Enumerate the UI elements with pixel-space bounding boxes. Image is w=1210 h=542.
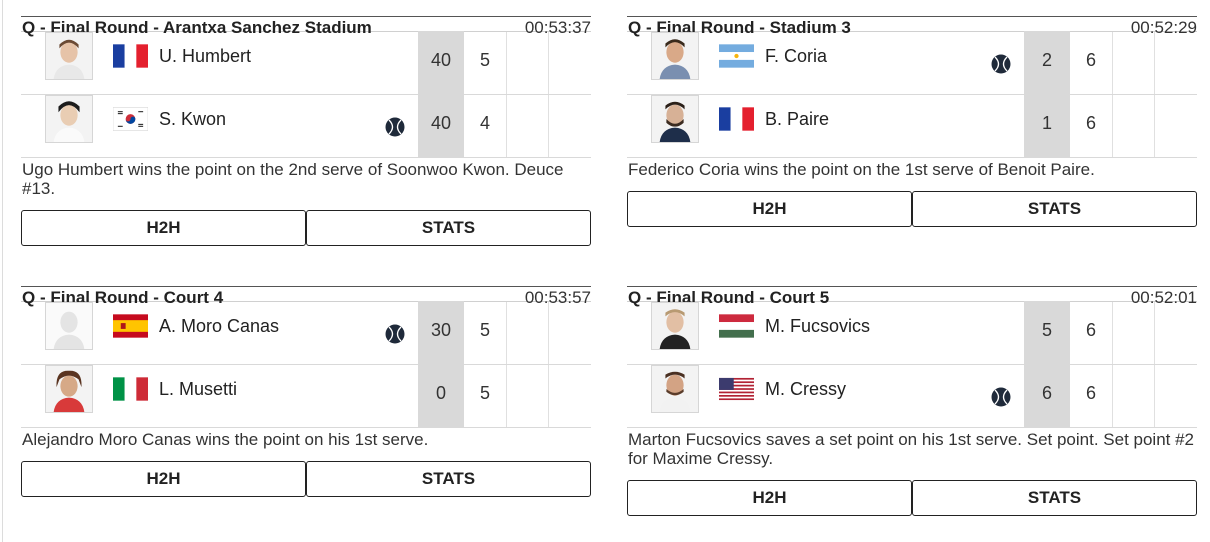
player-photo	[45, 365, 93, 413]
player-photo-placeholder	[45, 302, 93, 350]
match-header: Q - Final Round - Court 4 00:53:57	[21, 270, 591, 307]
page-edge-line	[2, 0, 3, 542]
match-header: Q - Final Round - Court 5 00:52:01	[627, 270, 1197, 307]
set-score: 6	[1085, 320, 1096, 340]
player-name[interactable]: F. Coria	[765, 46, 827, 67]
game-points: 6	[1041, 383, 1052, 403]
match-actions: H2H STATS	[627, 191, 1197, 227]
match-actions: H2H STATS	[21, 461, 591, 497]
h2h-button[interactable]: H2H	[21, 210, 306, 246]
point-description: Ugo Humbert wins the point on the 2nd se…	[22, 160, 564, 198]
player-name[interactable]: S. Kwon	[159, 109, 226, 130]
point-description: Federico Coria wins the point on the 1st…	[628, 160, 1095, 179]
player-photo	[651, 32, 699, 80]
column-divider	[548, 95, 549, 157]
set-score: 5	[479, 320, 490, 340]
player-photo	[45, 32, 93, 80]
player-row[interactable]: L. Musetti 0 5	[21, 364, 591, 428]
h2h-button[interactable]: H2H	[21, 461, 306, 497]
column-divider	[1154, 302, 1155, 364]
player-photo	[651, 302, 699, 350]
match-actions: H2H STATS	[627, 480, 1197, 516]
player-photo	[651, 365, 699, 413]
set-score: 5	[479, 383, 490, 403]
match-card: Q - Final Round - Arantxa Sanchez Stadiu…	[21, 0, 591, 246]
tennis-ball-icon	[385, 324, 405, 344]
stats-button[interactable]: STATS	[912, 191, 1197, 227]
game-points: 1	[1041, 113, 1052, 133]
column-divider	[506, 32, 507, 94]
player-row[interactable]: B. Paire 1 6	[627, 94, 1197, 158]
player-row[interactable]: S. Kwon 40 4	[21, 94, 591, 158]
column-divider	[548, 365, 549, 427]
game-points: 0	[435, 383, 446, 403]
player-row[interactable]: M. Cressy 6 6	[627, 364, 1197, 428]
column-divider	[506, 95, 507, 157]
column-divider	[1112, 95, 1113, 157]
flag-spain-icon	[113, 314, 148, 338]
column-divider	[548, 302, 549, 364]
stats-button[interactable]: STATS	[306, 210, 591, 246]
set-score: 5	[479, 50, 490, 70]
column-divider	[548, 32, 549, 94]
game-points: 40	[430, 50, 452, 70]
flag-usa-icon	[719, 377, 754, 401]
flag-italy-icon	[113, 377, 148, 401]
flag-france-icon	[719, 107, 754, 131]
h2h-button[interactable]: H2H	[627, 191, 912, 227]
flag-south-korea-icon	[113, 107, 148, 131]
game-points: 30	[430, 320, 452, 340]
match-header: Q - Final Round - Stadium 3 00:52:29	[627, 0, 1197, 37]
column-divider	[1154, 365, 1155, 427]
stats-button[interactable]: STATS	[306, 461, 591, 497]
column-divider	[506, 302, 507, 364]
column-divider	[1154, 32, 1155, 94]
flag-argentina-icon	[719, 44, 754, 68]
match-card: Q - Final Round - Court 4 00:53:57 A. Mo…	[21, 270, 591, 497]
point-description: Alejandro Moro Canas wins the point on h…	[22, 430, 429, 449]
player-row[interactable]: M. Fucsovics 5 6	[627, 301, 1197, 365]
tennis-ball-icon	[991, 387, 1011, 407]
set-score: 4	[479, 113, 490, 133]
set-score: 6	[1085, 113, 1096, 133]
point-description: Marton Fucsovics saves a set point on hi…	[628, 430, 1195, 468]
h2h-button[interactable]: H2H	[627, 480, 912, 516]
player-photo	[651, 95, 699, 143]
column-divider	[1112, 32, 1113, 94]
player-name[interactable]: U. Humbert	[159, 46, 251, 67]
set-score: 6	[1085, 50, 1096, 70]
player-row[interactable]: U. Humbert 40 5	[21, 31, 591, 95]
flag-france-icon	[113, 44, 148, 68]
set-score: 6	[1085, 383, 1096, 403]
match-card: Q - Final Round - Stadium 3 00:52:29 F. …	[627, 0, 1197, 227]
match-actions: H2H STATS	[21, 210, 591, 246]
tennis-ball-icon	[385, 117, 405, 137]
player-name[interactable]: A. Moro Canas	[159, 316, 279, 337]
column-divider	[1112, 365, 1113, 427]
player-photo	[45, 95, 93, 143]
player-name[interactable]: B. Paire	[765, 109, 829, 130]
match-card: Q - Final Round - Court 5 00:52:01 M. Fu…	[627, 270, 1197, 516]
column-divider	[1112, 302, 1113, 364]
flag-hungary-icon	[719, 314, 754, 338]
match-header: Q - Final Round - Arantxa Sanchez Stadiu…	[21, 0, 591, 37]
tennis-ball-icon	[991, 54, 1011, 74]
player-name[interactable]: M. Fucsovics	[765, 316, 870, 337]
player-name[interactable]: M. Cressy	[765, 379, 846, 400]
player-row[interactable]: A. Moro Canas 30 5	[21, 301, 591, 365]
column-divider	[506, 365, 507, 427]
player-name[interactable]: L. Musetti	[159, 379, 237, 400]
stats-button[interactable]: STATS	[912, 480, 1197, 516]
game-points: 2	[1041, 50, 1052, 70]
player-row[interactable]: F. Coria 2 6	[627, 31, 1197, 95]
game-points: 5	[1041, 320, 1052, 340]
game-points: 40	[430, 113, 452, 133]
column-divider	[1154, 95, 1155, 157]
